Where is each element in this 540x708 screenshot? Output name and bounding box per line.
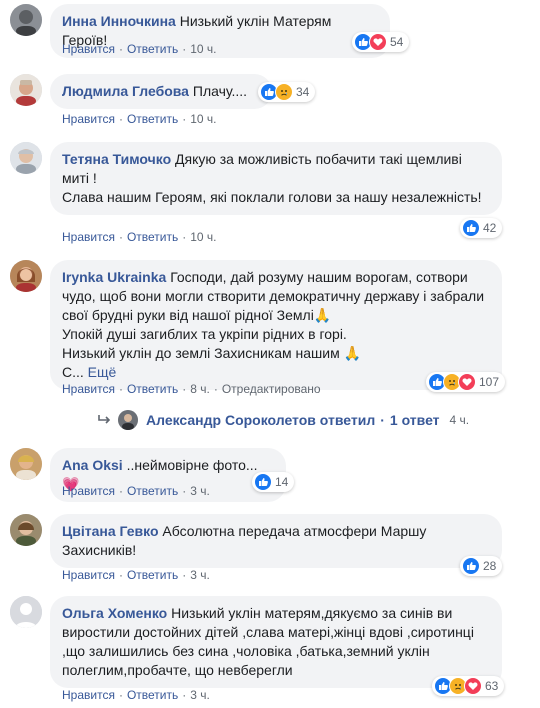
- comment-bubble: Людмила Глебова Плачу....: [50, 74, 272, 109]
- reaction-count: 14: [275, 475, 289, 489]
- reaction-summary[interactable]: 54: [352, 32, 410, 52]
- like-link[interactable]: Нравится: [62, 42, 115, 56]
- comment-time: 3 ч.: [190, 484, 210, 498]
- comment-text: Плачу....: [192, 83, 248, 99]
- comment-text-line: Упокій душі загиблих та укріпи рідних в …: [62, 326, 347, 342]
- like-reaction-icon: [254, 473, 272, 491]
- avatar[interactable]: [10, 260, 42, 292]
- like-link[interactable]: Нравится: [62, 112, 115, 126]
- reaction-summary[interactable]: 34: [258, 82, 316, 102]
- see-more-link[interactable]: Ещё: [88, 364, 117, 380]
- comment-meta: Нравится · Ответить · 3 ч.: [62, 568, 210, 582]
- reaction-count: 107: [479, 375, 500, 389]
- love-reaction-icon: [464, 677, 482, 695]
- like-reaction-icon: [462, 219, 480, 237]
- comment-text-line: Низький уклін до землі Захисникам нашим …: [62, 345, 362, 361]
- comment-author[interactable]: Ana Oksi: [62, 457, 123, 473]
- avatar[interactable]: [10, 142, 42, 174]
- reply-count: 1 ответ: [389, 412, 440, 428]
- comment-bubble: Тетяна Тимочко Дякую за можливість побач…: [50, 142, 502, 215]
- comment-meta: Нравится · Ответить · 10 ч.: [62, 42, 217, 56]
- reply-time: 4 ч.: [449, 413, 470, 427]
- avatar: [118, 410, 138, 430]
- comment-time: 8 ч.: [190, 382, 210, 396]
- avatar[interactable]: [10, 514, 42, 546]
- like-link[interactable]: Нравится: [62, 688, 115, 702]
- like-link[interactable]: Нравится: [62, 382, 115, 396]
- reaction-summary[interactable]: 42: [460, 218, 503, 238]
- comment-text-line: С...: [62, 364, 84, 380]
- reply-link[interactable]: Ответить: [127, 112, 178, 126]
- comment-bubble: Irynka Ukrainka Господи, дай розуму наши…: [50, 260, 502, 390]
- avatar[interactable]: [10, 596, 42, 628]
- reply-link[interactable]: Ответить: [127, 568, 178, 582]
- comment-meta: Нравится · Ответить · 8 ч. · Отредактировано: [62, 382, 321, 396]
- reaction-summary[interactable]: 14: [252, 472, 295, 492]
- reply-link[interactable]: Ответить: [127, 484, 178, 498]
- reaction-summary[interactable]: 28: [460, 556, 503, 576]
- reaction-summary[interactable]: 63: [432, 676, 505, 696]
- comment-time: 10 ч.: [190, 230, 217, 244]
- comment-time: 3 ч.: [190, 568, 210, 582]
- comment-author[interactable]: Irynka Ukrainka: [62, 269, 166, 285]
- avatar[interactable]: [10, 448, 42, 480]
- reaction-count: 42: [483, 221, 497, 235]
- comment-author[interactable]: Цвітана Гевко: [62, 523, 159, 539]
- reply-author: Александр Сороколетов: [146, 412, 316, 428]
- reply-thread-link[interactable]: Александр Сороколетов ответил · 1 ответ …: [98, 410, 469, 430]
- edited-label: Отредактировано: [221, 382, 321, 396]
- comment-bubble: Цвітана Гевко Абсолютна передача атмосфе…: [50, 514, 502, 568]
- comment-bubble: Ольга Хоменко Низький уклін матерям,дяку…: [50, 596, 502, 688]
- avatar[interactable]: [10, 74, 42, 106]
- comment-author[interactable]: Ольга Хоменко: [62, 605, 167, 621]
- comment-text-line: Слава нашим Героям, які поклали голови з…: [62, 189, 482, 205]
- love-reaction-icon: [369, 33, 387, 51]
- like-reaction-icon: [462, 557, 480, 575]
- comment-meta: Нравится · Ответить · 3 ч.: [62, 688, 210, 702]
- reaction-summary[interactable]: 107: [426, 372, 506, 392]
- reply-arrow-icon: [98, 415, 111, 424]
- reply-link[interactable]: Ответить: [127, 230, 178, 244]
- sad-reaction-icon: [275, 83, 293, 101]
- avatar[interactable]: [10, 4, 42, 36]
- reply-verb: ответил: [319, 412, 376, 428]
- reaction-count: 54: [390, 35, 404, 49]
- like-link[interactable]: Нравится: [62, 568, 115, 582]
- love-reaction-icon: [458, 373, 476, 391]
- comment-meta: Нравится · Ответить · 10 ч.: [62, 112, 217, 126]
- reply-link[interactable]: Ответить: [127, 688, 178, 702]
- like-link[interactable]: Нравится: [62, 484, 115, 498]
- comment-author[interactable]: Тетяна Тимочко: [62, 151, 171, 167]
- reaction-count: 63: [485, 679, 499, 693]
- reaction-count: 34: [296, 85, 310, 99]
- reaction-count: 28: [483, 559, 497, 573]
- comment-meta: Нравится · Ответить · 10 ч.: [62, 230, 217, 244]
- comment-meta: Нравится · Ответить · 3 ч.: [62, 484, 210, 498]
- like-link[interactable]: Нравится: [62, 230, 115, 244]
- comment-time: 10 ч.: [190, 42, 217, 56]
- reply-link[interactable]: Ответить: [127, 382, 178, 396]
- comment-author[interactable]: Инна Инночкина: [62, 13, 176, 29]
- comment-time: 3 ч.: [190, 688, 210, 702]
- comment-time: 10 ч.: [190, 112, 217, 126]
- comment-author[interactable]: Людмила Глебова: [62, 83, 189, 99]
- reply-link[interactable]: Ответить: [127, 42, 178, 56]
